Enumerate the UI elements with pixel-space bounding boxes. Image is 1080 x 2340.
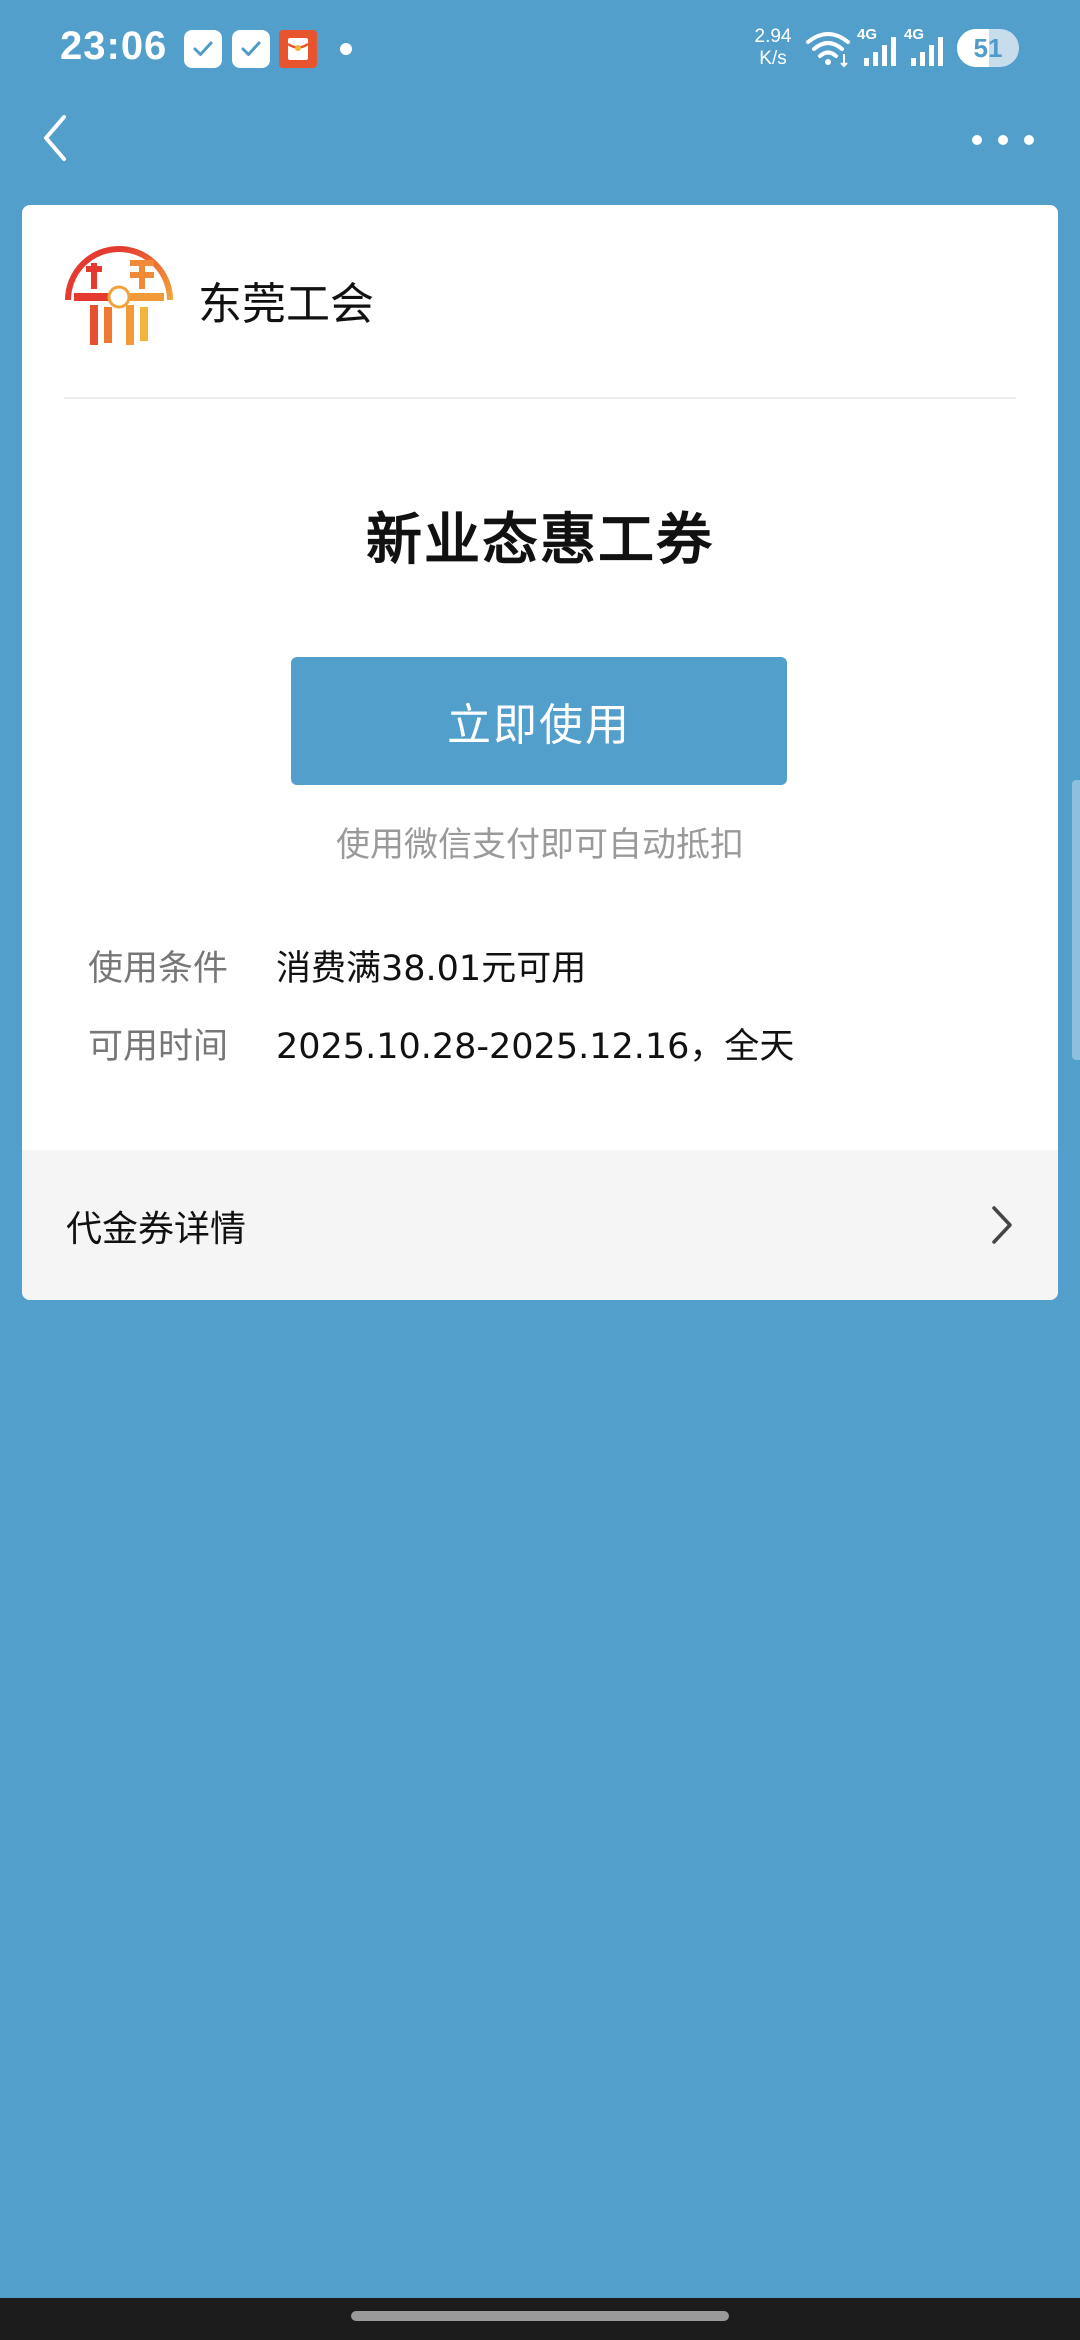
network-speed-value: 2.94 [754,26,792,47]
navigation-bar [0,2298,1080,2340]
validity-label: 可用时间 [88,1027,229,1067]
union-seal-logo [64,245,174,355]
scroll-edge-indicator [1072,780,1080,1060]
validity-row: 可用时间 2025.10.28-2025.12.16，全天 [88,1018,794,1069]
condition-label: 使用条件 [88,949,229,989]
network-speed-unit: K/s [759,48,787,69]
merchant-header: 东莞工会 [64,245,374,355]
coupon-title: 新业态惠工券 [366,508,714,573]
chevron-right-icon [992,1206,1012,1244]
validity-value: 2025.10.28-2025.12.16，全天 [276,1027,795,1067]
status-time: 23:06 [60,24,168,68]
network-speed: 2.94 K/s [748,26,798,70]
cellular-label: 4G [857,26,878,43]
more-dots-icon [972,135,982,145]
condition-row: 使用条件 消费满38.01元可用 [88,940,586,991]
coupon-details-row[interactable]: 代金券详情 [22,1150,1058,1300]
red-envelope-icon [279,30,317,68]
battery-indicator: 51 [957,29,1019,67]
more-dots-icon [1024,135,1034,145]
chevron-left-icon [44,115,66,161]
status-bar: 23:06 2.94 K/s 4G 4G 51 [0,0,1080,100]
payment-hint: 使用微信支付即可自动抵扣 [336,825,744,865]
check-badge-icon [184,30,222,68]
use-now-button[interactable]: 立即使用 [291,657,787,785]
battery-level: 51 [973,33,1003,63]
more-dots-icon [998,135,1008,145]
more-options-button[interactable] [972,120,1034,160]
check-badge-icon [232,30,270,68]
wifi-icon [804,28,852,72]
home-indicator[interactable] [351,2311,729,2321]
header-divider [64,397,1016,399]
condition-value: 消费满38.01元可用 [276,949,587,989]
coupon-card: 东莞工会 新业态惠工券 立即使用 使用微信支付即可自动抵扣 使用条件 消费满38… [22,205,1058,1300]
cellular-label: 4G [904,26,925,43]
notification-dot [340,43,352,55]
merchant-name: 东莞工会 [198,279,374,330]
coupon-details-label: 代金券详情 [66,1209,247,1250]
back-button[interactable] [30,108,80,168]
